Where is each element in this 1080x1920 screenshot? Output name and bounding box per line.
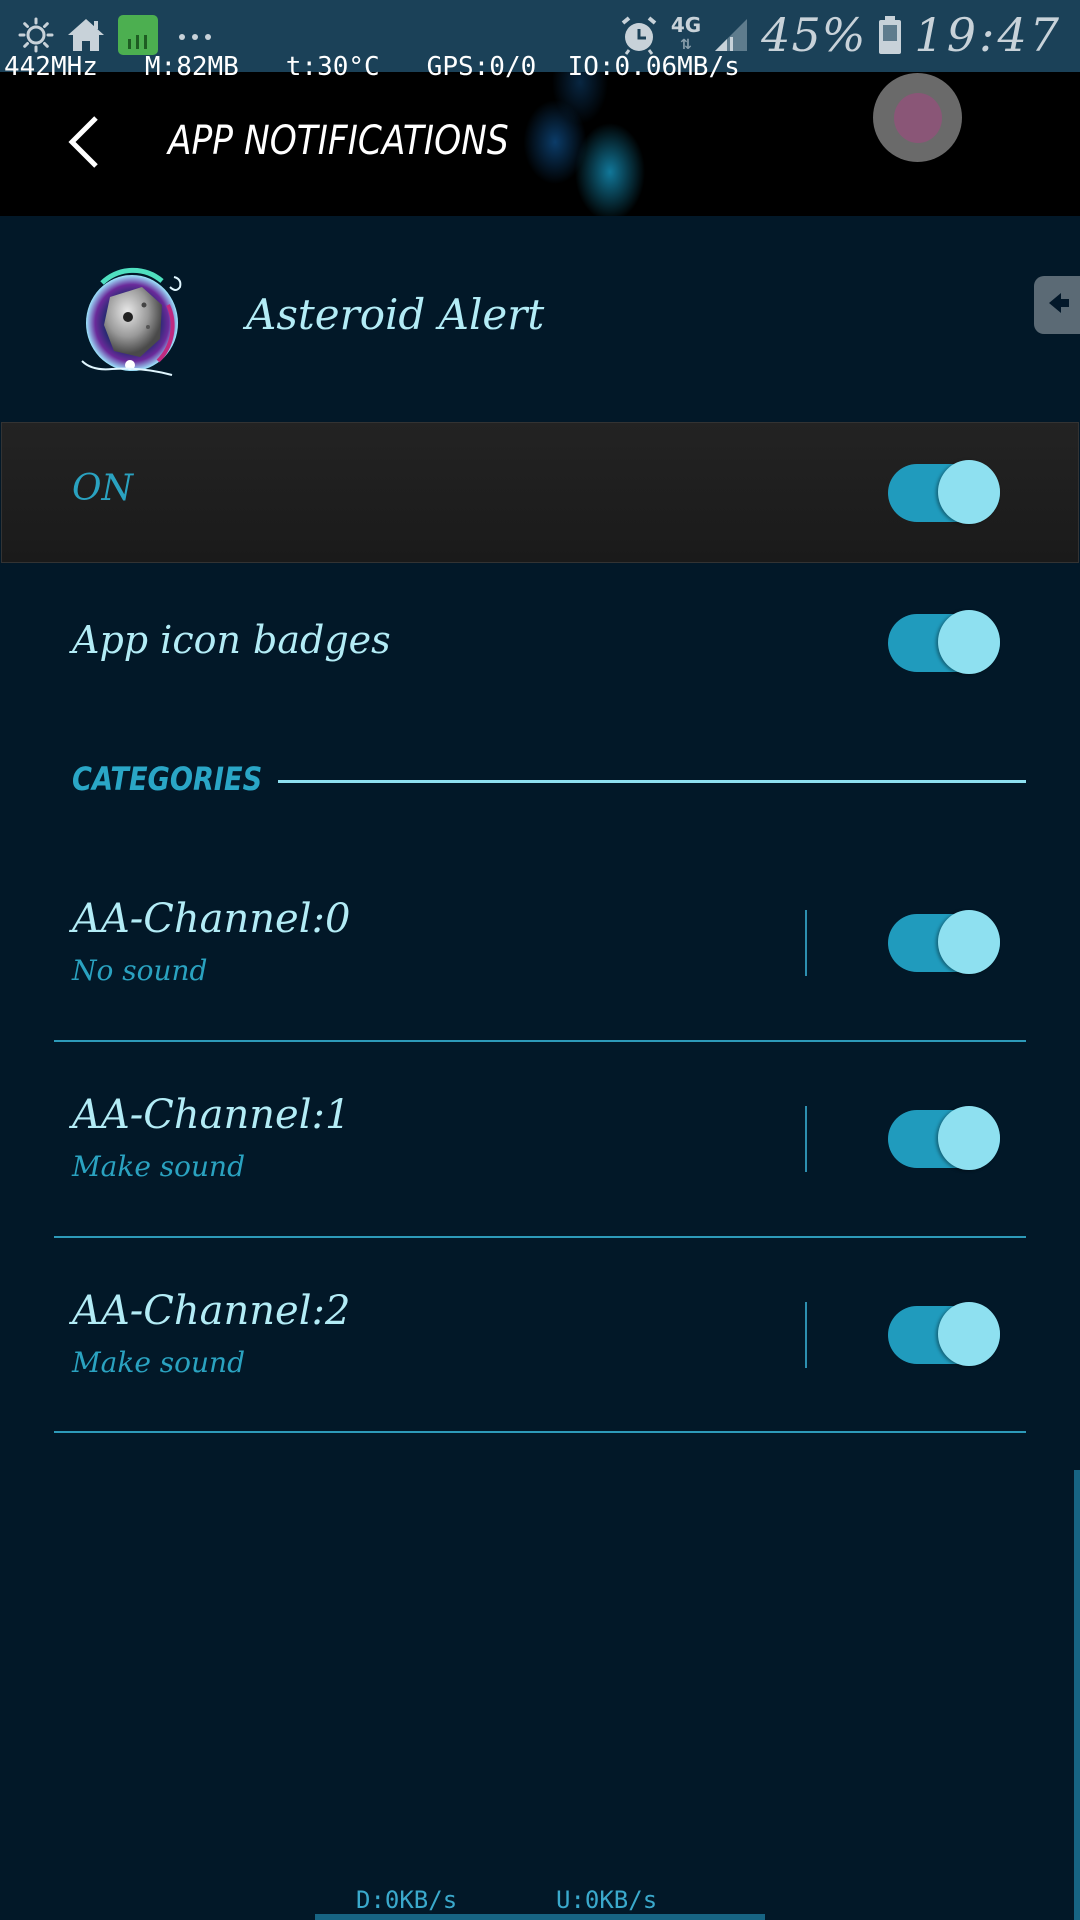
battery-percent: 45%	[761, 8, 867, 62]
channel-subtitle: Make sound	[72, 1346, 246, 1379]
edge-panel-handle[interactable]	[1034, 276, 1080, 334]
io-rate: IO:0.06MB/s	[567, 52, 740, 82]
row-divider	[54, 1431, 1026, 1433]
floating-record-button[interactable]	[873, 73, 962, 162]
alarm-icon	[619, 15, 659, 55]
gps-status: GPS:0/0	[426, 52, 537, 82]
more-notifications-icon	[170, 25, 220, 45]
toggle-thumb	[938, 1302, 1000, 1366]
channel-2-switch[interactable]	[888, 1302, 1000, 1366]
toggle-thumb	[938, 1106, 1000, 1170]
channel-subtitle: Make sound	[72, 1150, 246, 1183]
app-icon-badges-label: App icon badges	[72, 618, 391, 662]
master-toggle-label: ON	[72, 468, 134, 509]
temperature: t:30°C	[285, 52, 380, 82]
network-type-indicator: 4G ⇅	[671, 15, 701, 55]
back-arrow-icon	[66, 114, 102, 174]
scrollbar[interactable]	[1074, 1470, 1080, 1920]
channel-title[interactable]: AA-Channel:1	[72, 1092, 350, 1138]
channel-separator	[805, 1302, 807, 1368]
row-divider	[54, 1040, 1026, 1042]
memory-usage: M:82MB	[144, 52, 239, 82]
equalizer-app-icon	[118, 15, 158, 55]
record-dot-icon	[893, 92, 942, 143]
status-bar-left	[18, 14, 220, 56]
channel-0-switch[interactable]	[888, 910, 1000, 974]
page-title: APP NOTIFICATIONS	[168, 118, 509, 164]
app-name: Asteroid Alert	[246, 290, 545, 339]
download-speed: D:0KB/s	[356, 1886, 458, 1914]
upload-speed: U:0KB/s	[556, 1886, 658, 1914]
toggle-thumb	[938, 610, 1000, 674]
clock: 19:47	[914, 8, 1062, 62]
home-icon	[66, 17, 106, 53]
row-divider	[54, 1236, 1026, 1238]
signal-strength-icon	[713, 17, 749, 53]
categories-header: CATEGORIES	[72, 760, 263, 798]
channel-title[interactable]: AA-Channel:0	[72, 896, 350, 942]
channel-title[interactable]: AA-Channel:2	[72, 1288, 350, 1334]
channel-separator	[805, 910, 807, 976]
toggle-thumb	[938, 910, 1000, 974]
channel-separator	[805, 1106, 807, 1172]
system-monitor-overlay: 442MHz M:82MB t:30°C GPS:0/0 IO:0.06MB/s	[4, 52, 740, 82]
edge-arrow-icon	[1045, 291, 1069, 319]
app-icon-badges-switch[interactable]	[888, 610, 1000, 674]
toggle-thumb	[938, 460, 1000, 524]
navigation-handle[interactable]	[315, 1914, 765, 1920]
categories-divider	[278, 780, 1026, 783]
channel-subtitle: No sound	[72, 954, 208, 987]
brightness-icon	[18, 17, 54, 53]
master-toggle-switch[interactable]	[888, 460, 1000, 524]
app-icon	[78, 265, 190, 377]
header-background-art	[500, 72, 700, 216]
cpu-frequency: 442MHz	[4, 52, 98, 82]
battery-icon	[878, 15, 902, 55]
back-button[interactable]	[56, 116, 112, 172]
network-type: 4G	[670, 13, 702, 37]
channel-1-switch[interactable]	[888, 1106, 1000, 1170]
